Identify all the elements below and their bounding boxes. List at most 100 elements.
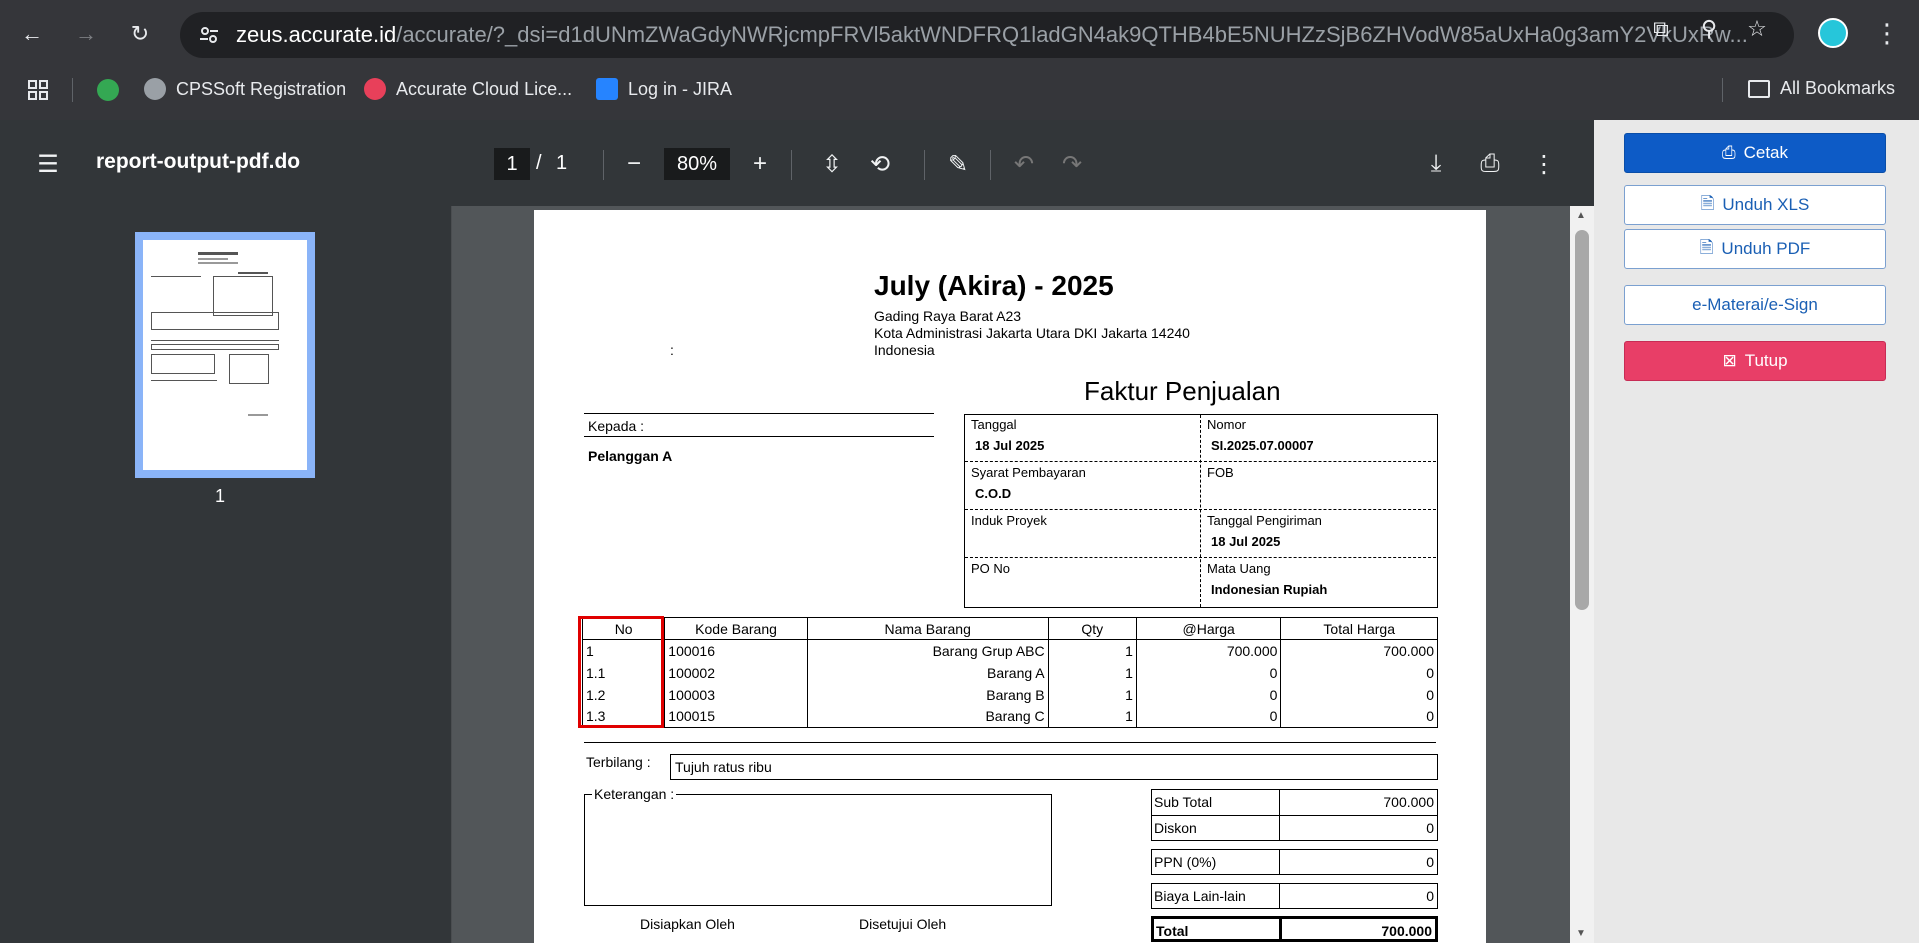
fit-page-icon[interactable]: ⇳ xyxy=(816,148,848,180)
company-name: July (Akira) - 2025 xyxy=(874,270,1114,301)
rotate-icon[interactable]: ⟲ xyxy=(864,148,896,180)
table-row: 1.2 100003 Barang B100 xyxy=(581,683,1438,706)
address-line: Kota Administrasi Jakarta Utara DKI Jaka… xyxy=(874,325,1190,341)
address-line: Gading Raya Barat A23 xyxy=(874,308,1022,324)
forward-icon[interactable]: → xyxy=(66,14,106,54)
unduh-pdf-button[interactable]: 🗎 Unduh PDF xyxy=(1624,229,1886,269)
page-total: 1 xyxy=(556,152,568,174)
profile-avatar[interactable] xyxy=(1818,18,1848,48)
biaya-row: Biaya Lain-lain 0 xyxy=(1151,883,1438,909)
pdf-scrollbar[interactable]: ▲ ▼ xyxy=(1570,206,1594,943)
tutup-label: Tutup xyxy=(1744,351,1788,370)
terbilang-value: Tujuh ratus ribu xyxy=(670,754,1438,780)
unduh-xls-button[interactable]: 🗎 Unduh XLS xyxy=(1624,185,1886,225)
page-separator: / xyxy=(536,152,542,174)
customer-name: Pelanggan A xyxy=(588,448,673,464)
terbilang-label: Terbilang : xyxy=(586,754,651,770)
bookmark-label: Log in - JIRA xyxy=(628,78,733,99)
site-info-icon[interactable] xyxy=(198,24,220,46)
scrollbar-thumb[interactable] xyxy=(1575,230,1589,610)
kepada-label: Kepada : xyxy=(584,413,934,437)
syarat-field: Syarat Pembayaran C.O.D xyxy=(971,465,1086,501)
globe-icon xyxy=(144,78,166,100)
xls-file-icon: 🗎 xyxy=(1700,193,1715,213)
tanggal-pengiriman-field: Tanggal Pengiriman 18 Jul 2025 xyxy=(1207,513,1322,549)
subtotal-row: Sub Total 700.000 xyxy=(1151,789,1438,815)
divider xyxy=(584,742,1436,743)
zoom-icon[interactable]: ⚲ xyxy=(1694,14,1724,44)
cetak-button[interactable]: ⎙ Cetak xyxy=(1624,133,1886,173)
pdf-title: report-output-pdf.do xyxy=(96,150,301,173)
page-number-input[interactable]: 1 xyxy=(494,148,530,180)
invoice-info-box: Tanggal 18 Jul 2025 Nomor SI.2025.07.00007… xyxy=(964,414,1438,608)
disiapkan-label: Disiapkan Oleh xyxy=(640,916,735,932)
print-icon: ⎙ xyxy=(1721,143,1736,162)
close-icon: ⊠ xyxy=(1722,351,1737,370)
total-row: Total 700.000 xyxy=(1151,916,1438,942)
all-bookmarks-label: All Bookmarks xyxy=(1780,78,1896,98)
mata-uang-field: Mata Uang Indonesian Rupiah xyxy=(1207,561,1328,597)
zoom-input[interactable]: 80% xyxy=(664,148,730,180)
e-materai-label: e-Materai/e-Sign xyxy=(1692,295,1818,314)
no-column-highlight xyxy=(578,616,664,728)
bookmark-label: Accurate Cloud Lice... xyxy=(396,78,573,99)
invoice-title: Faktur Penjualan xyxy=(1084,376,1281,406)
bookmark-star-icon[interactable]: ☆ xyxy=(1742,14,1772,44)
undo-icon[interactable]: ↶ xyxy=(1008,148,1040,180)
cetak-label: Cetak xyxy=(1743,143,1789,162)
bookmark-cpssoft[interactable]: CPSSoft Registration xyxy=(144,78,346,100)
more-options-icon[interactable]: ⋮ xyxy=(1528,148,1560,180)
headset-icon[interactable] xyxy=(97,79,119,101)
bookmark-accurate[interactable]: Accurate Cloud Lice... xyxy=(364,78,572,100)
bookmark-jira[interactable]: Log in - JIRA xyxy=(596,78,732,100)
folder-icon xyxy=(1748,79,1770,98)
tanggal-field: Tanggal 18 Jul 2025 xyxy=(971,417,1045,453)
thumbnail-sidebar: 1 xyxy=(0,206,452,943)
e-materai-button[interactable]: e-Materai/e-Sign xyxy=(1624,285,1886,325)
unduh-xls-label: Unduh XLS xyxy=(1722,195,1810,214)
back-icon[interactable]: ← xyxy=(12,14,52,54)
page-thumbnail[interactable] xyxy=(135,232,315,478)
col-header: @Harga xyxy=(1135,617,1282,640)
thumbnail-page-number: 1 xyxy=(215,486,226,506)
table-row: 1.1 100002 Barang A100 xyxy=(581,661,1438,684)
table-row: 1.3 100015 Barang C100 xyxy=(581,705,1438,728)
download-icon[interactable]: ⤓ xyxy=(1420,148,1452,180)
disetujui-label: Disetujui Oleh xyxy=(859,916,947,932)
diskon-row: Diskon 0 xyxy=(1151,815,1438,841)
pdf-toolbar: ☰ report-output-pdf.do 1 / 1 − 80% + ⇳ ⟲… xyxy=(0,120,1594,206)
col-header: Nama Barang xyxy=(806,617,1049,640)
po-no-field: PO No xyxy=(971,561,1011,576)
zoom-in-icon[interactable]: + xyxy=(744,148,776,180)
browser-toolbar: ← → ↻ zeus.accurate.id/accurate/?_dsi=d1… xyxy=(0,0,1919,120)
keterangan-label: Keterangan : xyxy=(592,786,677,802)
accurate-logo-icon xyxy=(364,78,386,100)
print-icon[interactable]: ⎙ xyxy=(1474,148,1506,180)
colon-label: : xyxy=(670,342,674,358)
bookmarks-bar: CPSSoft Registration Accurate Cloud Lice… xyxy=(0,72,1919,108)
all-bookmarks[interactable]: All Bookmarks xyxy=(1748,78,1895,99)
jira-logo-icon xyxy=(596,78,618,100)
nomor-field: Nomor SI.2025.07.00007 xyxy=(1207,417,1314,453)
translate-icon[interactable]: ⧉ xyxy=(1646,14,1676,44)
apps-grid-icon[interactable] xyxy=(28,80,48,100)
tutup-button[interactable]: ⊠ Tutup xyxy=(1624,341,1886,381)
col-header: Total Harga xyxy=(1280,617,1438,640)
table-row: 1 100016 Barang Grup ABC 1 700.000 700.000 xyxy=(581,639,1438,662)
draw-icon[interactable]: ✎ xyxy=(942,148,974,180)
zoom-out-icon[interactable]: − xyxy=(618,148,650,180)
pdf-file-icon: 🗎 xyxy=(1699,237,1714,257)
reload-icon[interactable]: ↻ xyxy=(120,14,160,54)
col-header: Qty xyxy=(1047,617,1137,640)
keterangan-box xyxy=(584,794,1052,906)
url-path: /accurate/?_dsi=d1dUNmZWaGdyNWRjcmpFRVl5… xyxy=(396,22,1748,47)
menu-icon[interactable]: ☰ xyxy=(32,148,64,180)
fob-field: FOB xyxy=(1207,465,1234,480)
company-address: Gading Raya Barat A23 Kota Administrasi … xyxy=(874,308,1190,359)
browser-menu-icon[interactable]: ⋮ xyxy=(1874,18,1900,52)
col-header: Kode Barang xyxy=(664,617,808,640)
address-bar[interactable]: zeus.accurate.id/accurate/?_dsi=d1dUNmZW… xyxy=(180,12,1794,58)
items-table: No Kode Barang Nama Barang Qty @Harga To… xyxy=(581,617,1438,728)
bookmark-label: CPSSoft Registration xyxy=(176,78,347,99)
redo-icon[interactable]: ↷ xyxy=(1056,148,1088,180)
